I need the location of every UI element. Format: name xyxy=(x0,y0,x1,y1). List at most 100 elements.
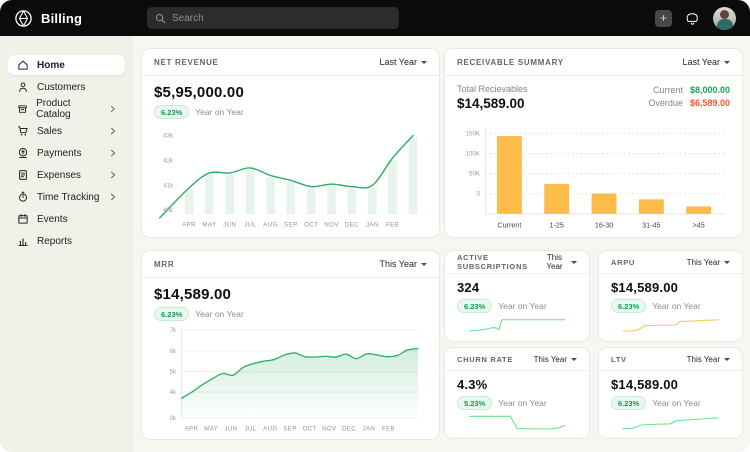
metric-value: $5,95,000.00 xyxy=(154,84,427,101)
svg-text:MAY: MAY xyxy=(202,221,217,228)
yoy-caption: Year on Year xyxy=(498,398,546,408)
top-header: Billing Search + xyxy=(0,0,750,36)
svg-text:JUN: JUN xyxy=(224,426,237,432)
chevron-down-icon xyxy=(571,261,577,267)
sidebar-item-payments[interactable]: Payments xyxy=(8,143,125,163)
chevron-down-icon xyxy=(421,263,427,269)
notifications-bell-icon[interactable] xyxy=(685,11,700,26)
svg-text:0k: 0k xyxy=(170,416,177,422)
svg-text:JUL: JUL xyxy=(244,221,256,228)
svg-text:APR: APR xyxy=(182,221,196,228)
search-placeholder: Search xyxy=(172,13,204,24)
chevron-right-icon xyxy=(110,193,116,201)
add-button[interactable]: + xyxy=(655,10,672,27)
metric-value: 324 xyxy=(457,280,577,295)
overdue-label: Overdue xyxy=(648,98,683,108)
svg-text:DEC: DEC xyxy=(345,221,359,228)
mrr-chart: 7k6k5k4k0kAPRMAYJUNJULAUGSEPOCTNOVDECJAN… xyxy=(154,321,427,435)
user-avatar[interactable] xyxy=(713,7,736,30)
active-subscriptions-card: ACTIVE SUBSCRIPTIONS This Year 324 6.23%… xyxy=(444,250,590,342)
total-receivables-value: $14,589.00 xyxy=(457,96,528,111)
churn-rate-card: CHURN RATE This Year 4.3% 5.23% Year on … xyxy=(444,347,590,439)
period-dropdown[interactable]: Last Year xyxy=(682,57,730,67)
period-dropdown[interactable]: This Year xyxy=(379,259,427,269)
active-subscriptions-sparkline xyxy=(457,313,577,336)
brand: Billing xyxy=(14,9,134,28)
svg-text:MAY: MAY xyxy=(204,426,218,432)
svg-text:JAN: JAN xyxy=(366,221,379,228)
svg-text:0: 0 xyxy=(477,191,481,198)
chevron-down-icon xyxy=(571,358,577,364)
sidebar-item-customers[interactable]: Customers xyxy=(8,77,125,97)
yoy-badge: 6.23% xyxy=(154,307,189,321)
metric-value: $14,589.00 xyxy=(154,286,427,303)
header-actions: + xyxy=(655,7,736,30)
yoy-caption: Year on Year xyxy=(652,301,700,311)
svg-text:4k: 4k xyxy=(170,390,177,396)
svg-text:150K: 150K xyxy=(465,130,480,137)
overdue-value: $6,589.00 xyxy=(690,98,730,108)
search-input[interactable]: Search xyxy=(147,7,399,29)
svg-text:NOV: NOV xyxy=(324,221,339,228)
sidebar: Home Customers Product Catalog Sales Pay… xyxy=(0,36,133,452)
svg-text:31-45: 31-45 xyxy=(642,221,660,229)
svg-text:JUN: JUN xyxy=(223,221,236,228)
customers-icon xyxy=(17,81,29,93)
chevron-down-icon xyxy=(421,61,427,67)
svg-text:43k: 43k xyxy=(163,132,174,139)
current-value: $8,000.00 xyxy=(690,85,730,95)
sidebar-item-sales[interactable]: Sales xyxy=(8,121,125,141)
sidebar-item-product-catalog[interactable]: Product Catalog xyxy=(8,99,125,119)
period-dropdown[interactable]: This Year xyxy=(534,355,577,364)
ltv-sparkline xyxy=(611,410,730,433)
card-title: MRR xyxy=(154,260,174,269)
period-dropdown[interactable]: This Year xyxy=(687,258,730,267)
card-title: NET REVENUE xyxy=(154,58,219,67)
yoy-caption: Year on Year xyxy=(195,309,243,319)
svg-text:Current: Current xyxy=(497,221,521,229)
period-dropdown[interactable]: This Year xyxy=(687,355,730,364)
receivable-summary-chart: 150K100K50K0Current1-2516-3031-45>45 xyxy=(457,120,730,233)
kpi-grid: ACTIVE SUBSCRIPTIONS This Year 324 6.23%… xyxy=(444,250,743,440)
svg-text:APR: APR xyxy=(185,426,199,432)
svg-text:DEC: DEC xyxy=(342,426,356,432)
card-title: ACTIVE SUBSCRIPTIONS xyxy=(457,253,542,271)
yoy-caption: Year on Year xyxy=(498,301,546,311)
chevron-down-icon xyxy=(724,358,730,364)
yoy-badge: 5.23% xyxy=(457,396,492,410)
sidebar-item-reports[interactable]: Reports xyxy=(8,231,125,251)
search-icon xyxy=(155,13,166,24)
sidebar-item-expenses[interactable]: Expenses xyxy=(8,165,125,185)
sidebar-item-time-tracking[interactable]: Time Tracking xyxy=(8,187,125,207)
reports-icon xyxy=(17,235,29,247)
sidebar-item-events[interactable]: Events xyxy=(8,209,125,229)
svg-text:40k: 40k xyxy=(163,207,174,214)
svg-text:OCT: OCT xyxy=(303,426,317,432)
yoy-badge: 6.23% xyxy=(611,299,646,313)
chevron-down-icon xyxy=(724,61,730,67)
net-revenue-chart: 43k42k41k40kAPRMAYJUNJULAUGSEPOCTNOVDECJ… xyxy=(154,126,427,233)
svg-text:FEB: FEB xyxy=(386,221,399,228)
svg-text:NOV: NOV xyxy=(322,426,337,432)
svg-text:AUG: AUG xyxy=(263,426,277,432)
svg-text:>45: >45 xyxy=(693,221,705,229)
svg-text:16-30: 16-30 xyxy=(595,221,613,229)
svg-text:SEP: SEP xyxy=(283,426,296,432)
card-title: RECEIVABLE SUMMARY xyxy=(457,58,564,67)
svg-text:SEP: SEP xyxy=(284,221,298,228)
metric-value: $14,589.00 xyxy=(611,280,730,295)
arpu-card: ARPU This Year $14,589.00 6.23% Year on … xyxy=(598,250,743,342)
app-window: Billing Search + Home xyxy=(0,0,750,452)
svg-text:100K: 100K xyxy=(465,150,480,157)
svg-text:6k: 6k xyxy=(170,349,177,355)
billing-logo-icon xyxy=(14,9,33,28)
yoy-caption: Year on Year xyxy=(652,398,700,408)
svg-text:50K: 50K xyxy=(469,171,481,178)
sidebar-item-home[interactable]: Home xyxy=(8,55,125,75)
period-dropdown[interactable]: This Year xyxy=(542,253,577,271)
svg-text:5k: 5k xyxy=(170,369,177,375)
svg-text:JAN: JAN xyxy=(363,426,376,432)
metric-value: 4.3% xyxy=(457,377,577,392)
total-receivables-label: Total Recievables xyxy=(457,84,528,94)
period-dropdown[interactable]: Last Year xyxy=(379,57,427,67)
